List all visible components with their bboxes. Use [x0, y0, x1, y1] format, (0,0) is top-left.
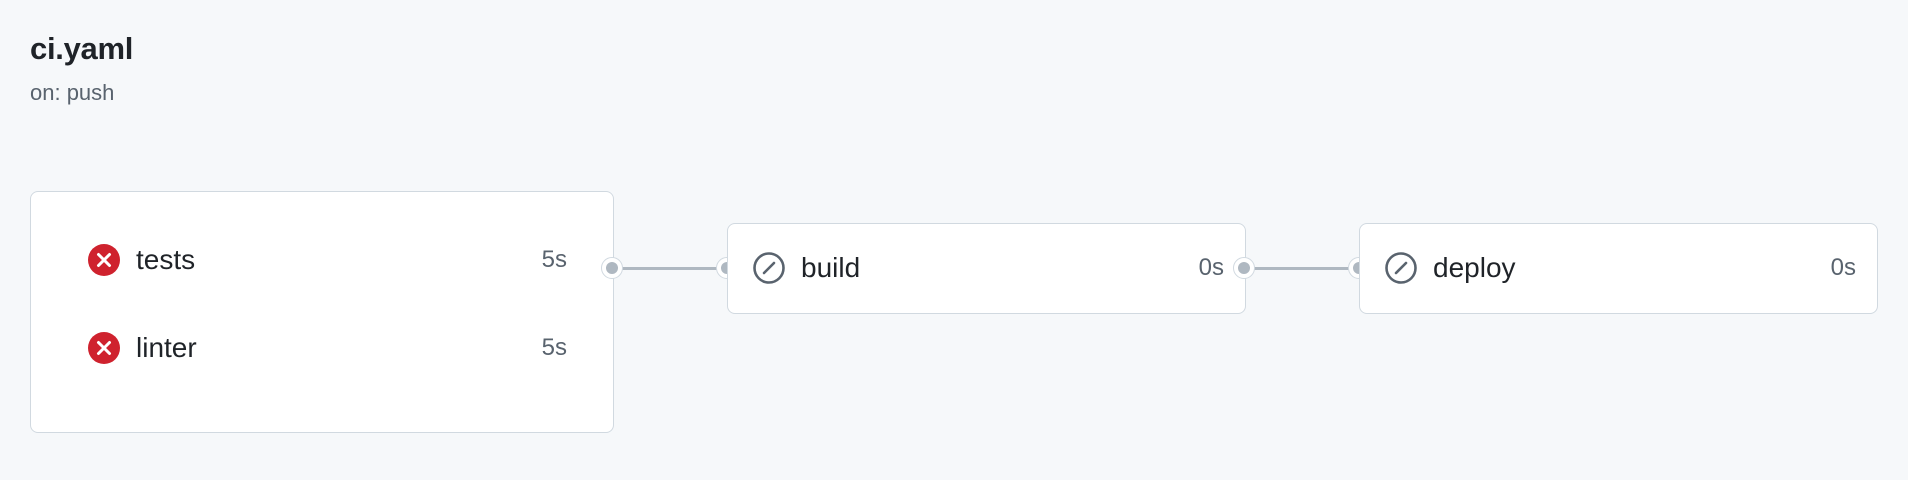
skip-icon — [753, 252, 785, 284]
job-card-deploy: deploy 0s — [1359, 223, 1878, 314]
job-name: build — [801, 252, 861, 283]
job-name: linter — [136, 332, 197, 363]
job-linter[interactable]: linter 5s — [87, 326, 567, 370]
output-port — [1233, 257, 1255, 279]
output-port — [601, 257, 623, 279]
workflow-graph-page: ci.yaml on: push tests 5s linter 5s buil… — [0, 0, 1908, 480]
job-duration: 5s — [541, 334, 567, 361]
job-duration: 0s — [1830, 254, 1856, 281]
job-build[interactable]: build 0s — [752, 246, 1224, 290]
job-name: deploy — [1433, 252, 1516, 283]
x-circle-fill-icon — [88, 332, 120, 364]
workflow-trigger: on: push — [30, 80, 115, 105]
workflow-file-name: ci.yaml — [30, 31, 134, 66]
job-card-build: build 0s — [727, 223, 1246, 314]
skip-icon — [1385, 252, 1417, 284]
job-group-card: tests 5s linter 5s — [30, 191, 614, 433]
job-duration: 0s — [1198, 254, 1224, 281]
connector-line — [1254, 267, 1360, 270]
job-deploy[interactable]: deploy 0s — [1384, 246, 1856, 290]
x-circle-fill-icon — [88, 244, 120, 276]
job-duration: 5s — [541, 246, 567, 273]
connector-line — [622, 267, 728, 270]
job-name: tests — [136, 244, 196, 275]
job-tests[interactable]: tests 5s — [87, 238, 567, 282]
